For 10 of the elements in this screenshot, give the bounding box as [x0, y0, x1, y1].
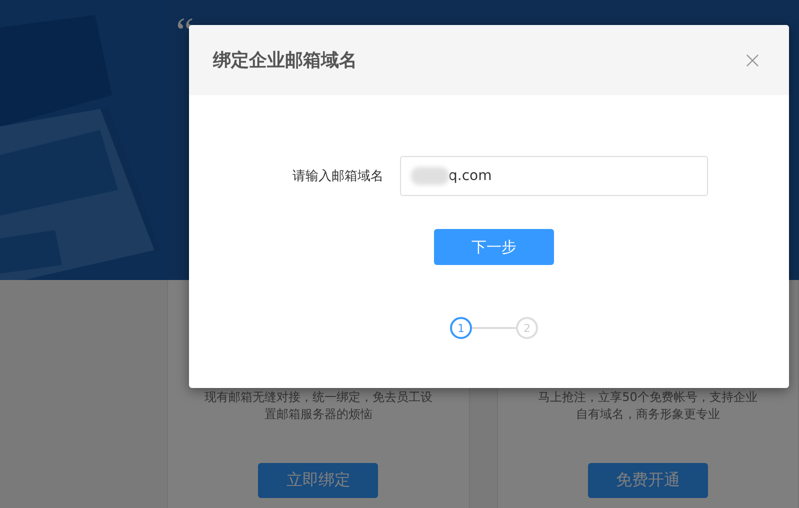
- next-step-button[interactable]: 下一步: [434, 229, 554, 265]
- card-button[interactable]: 立即绑定: [258, 463, 378, 498]
- close-icon[interactable]: [746, 54, 759, 66]
- field-label: 请输入邮箱域名: [292, 168, 384, 185]
- dialog-title: 绑定企业邮箱域名: [213, 49, 357, 72]
- card-button[interactable]: 免费开通: [588, 463, 708, 498]
- domain-input-field[interactable]: q.com: [400, 156, 708, 196]
- step-indicator: 1: [450, 317, 472, 339]
- card-description: 马上抢注，立享50个免费帐号，支持企业自有域名，商务形象更专业: [537, 389, 758, 423]
- card-description: 现有邮箱无缝对接，统一绑定，免去员工设置邮箱服务器的烦恼: [203, 389, 434, 423]
